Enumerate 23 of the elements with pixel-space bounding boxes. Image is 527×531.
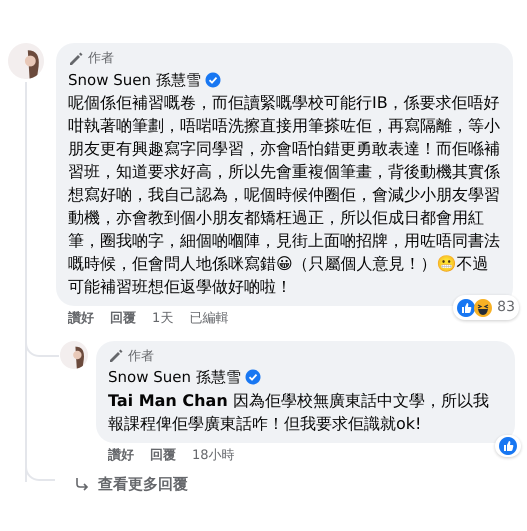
timestamp[interactable]: 1天 xyxy=(152,309,174,328)
author-name[interactable]: Snow Suen 孫慧雪 xyxy=(68,68,201,91)
comment-text: 呢個係佢補習嘅卷，而佢讀緊嘅學校可能行IB，係要求佢唔好咁執著啲筆劃，唔啱唔洗擦直接用筆搽咗佢，再寫隔離，等小朋友更有興趣寫字同學習，亦會唔怕錯更勇敢表達！而佢喺補習班，知道要求好高，所以先會重複個筆畫，背後動機其實係想寫好啲，我自己認為，呢個時候仲圈佢，會減少小朋友學習動機，亦會教到個小朋友都矯枉過正，所以佢成日都會用紅筆，圈我啲字，細個啲嗰陣，見街上面啲招牌，用咗唔同書法嘅時候，佢會問人地係咪寫錯😀（只屬個人意見！）😬不過可能補習班想佢返學做好啲啦！ xyxy=(68,92,500,298)
author-label: 作者 xyxy=(88,50,114,68)
timestamp[interactable]: 18小時 xyxy=(192,446,235,465)
pencil-icon xyxy=(108,348,124,364)
action-link[interactable]: 讚好 xyxy=(108,446,134,465)
action-link[interactable]: 回覆 xyxy=(150,446,176,465)
laughing-emoji-icon xyxy=(474,298,492,316)
reactions-badge[interactable]: 83 xyxy=(453,295,519,320)
comment-text: Tai Man Chan 因為佢學校無廣東話中文學，所以我報課程俾佢學廣東話咋！但我要求佢識就ok! xyxy=(108,390,490,434)
like-icon xyxy=(499,436,517,454)
action-link[interactable]: 讚好 xyxy=(68,309,94,328)
like-icon xyxy=(457,298,476,316)
reactions-badge[interactable] xyxy=(495,434,521,456)
edited-label: 已編輯 xyxy=(189,310,228,328)
pencil-icon xyxy=(68,50,84,67)
reply-arrow-icon xyxy=(74,477,90,492)
more-replies-link[interactable]: 查看更多回覆 xyxy=(98,473,188,496)
author-label: 作者 xyxy=(128,348,154,366)
action-link[interactable]: 回覆 xyxy=(110,309,136,328)
author-name[interactable]: Snow Suen 孫慧雪 xyxy=(108,366,241,388)
reaction-count: 83 xyxy=(497,298,515,317)
